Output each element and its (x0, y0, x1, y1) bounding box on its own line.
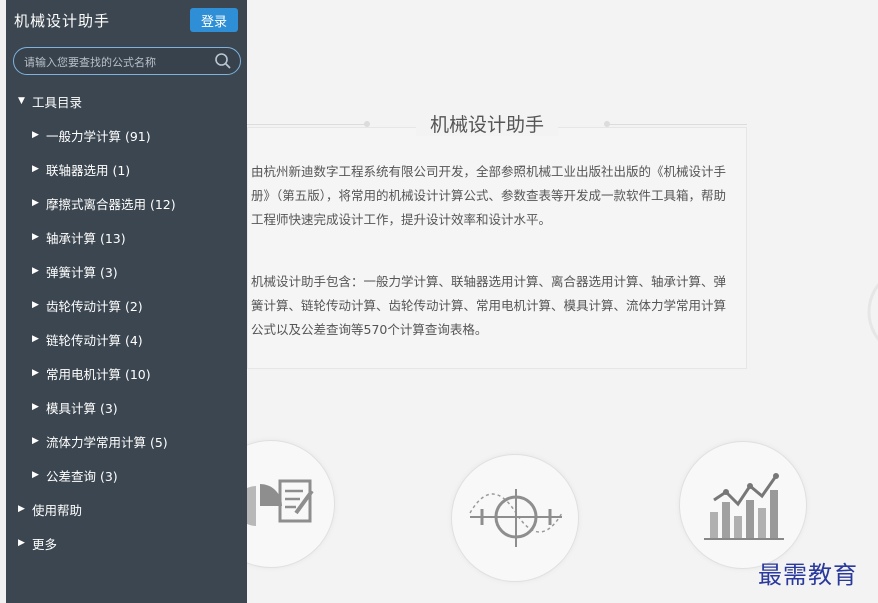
tree-item-gear[interactable]: ▶ 齿轮传动计算 (2) (6, 288, 247, 322)
tree-item-general-mechanics[interactable]: ▶ 一般力学计算 (91) (6, 118, 247, 152)
tree-item-coupling[interactable]: ▶ 联轴器选用 (1) (6, 152, 247, 186)
login-button[interactable]: 登录 (190, 8, 238, 32)
tree-root-tools[interactable]: ▼ 工具目录 (6, 84, 247, 118)
tree-item-fluid[interactable]: ▶ 流体力学常用计算 (5) (6, 424, 247, 458)
search-icon[interactable] (214, 52, 232, 70)
tree-item-spring[interactable]: ▶ 弹簧计算 (3) (6, 254, 247, 288)
tree-root-more[interactable]: ▶ 更多 (6, 526, 247, 560)
caret-right-icon: ▶ (32, 368, 39, 378)
tree-root-help[interactable]: ▶ 使用帮助 (6, 492, 247, 526)
feature-circle-calculation (451, 454, 579, 582)
chart-edit-icon (247, 479, 314, 526)
feature-circle-statistics (679, 441, 807, 569)
caret-right-icon: ▶ (32, 232, 39, 242)
search-input[interactable] (24, 53, 214, 71)
contents-paragraph: 机械设计助手包含：一般力学计算、联轴器选用计算、离合器选用计算、轴承计算、弹簧计… (251, 274, 727, 337)
sidebar: 机械设计助手 登录 ▼ 工具目录 ▶一般力学计算 (91) ▶联轴器选用 (1)… (6, 0, 247, 603)
watermark: 最需教育 (758, 561, 858, 589)
tree-item-chain[interactable]: ▶ 链轮传动计算 (4) (6, 322, 247, 356)
tool-tree: ▼ 工具目录 ▶ 一般力学计算 (91) ▶ 联轴器选用 (1) ▶ 摩擦式离合器选用… (6, 84, 247, 560)
caret-right-icon: ▶ (32, 130, 39, 140)
intro-paragraph: 由杭州新迪数字工程系统有限公司开发，全部参照机械工业出版社出版的《机械设计手册》… (251, 164, 727, 227)
tree-item-clutch[interactable]: ▶ 摩擦式离合器选用 (12) (6, 186, 247, 220)
gear-outline-icon (867, 282, 878, 342)
caret-right-icon: ▶ (32, 266, 39, 276)
tree-item-mold[interactable]: ▶ 模具计算 (3) (6, 390, 247, 424)
caret-right-icon: ▶ (18, 504, 25, 514)
caret-right-icon: ▶ (18, 538, 25, 548)
caret-down-icon: ▼ (18, 96, 25, 106)
tree-item-tolerance[interactable]: ▶ 公差查询 (3) (6, 458, 247, 492)
sidebar-header: 机械设计助手 登录 (6, 0, 247, 42)
tree-item-bearing[interactable]: ▶ 轴承计算 (13) (6, 220, 247, 254)
search-box[interactable] (13, 47, 241, 75)
caret-right-icon: ▶ (32, 198, 39, 208)
page-title: 机械设计助手 (247, 110, 727, 137)
caret-right-icon: ▶ (32, 470, 39, 480)
tree-item-motor[interactable]: ▶ 常用电机计算 (10) (6, 356, 247, 390)
caret-right-icon: ▶ (32, 402, 39, 412)
feature-circle-analysis (247, 440, 335, 568)
caret-right-icon: ▶ (32, 334, 39, 344)
bar-trend-icon (704, 473, 784, 540)
main-panel: 机械设计助手 由杭州新迪数字工程系统有限公司开发，全部参照机械工业出版社出版的《… (247, 0, 878, 603)
app-title: 机械设计助手 (14, 12, 111, 30)
caret-right-icon: ▶ (32, 300, 39, 310)
caret-right-icon: ▶ (32, 436, 39, 446)
app-window: 机械设计助手 登录 ▼ 工具目录 ▶一般力学计算 (91) ▶联轴器选用 (1)… (0, 0, 878, 603)
crosshair-curve-icon (469, 489, 563, 547)
caret-right-icon: ▶ (32, 164, 39, 174)
